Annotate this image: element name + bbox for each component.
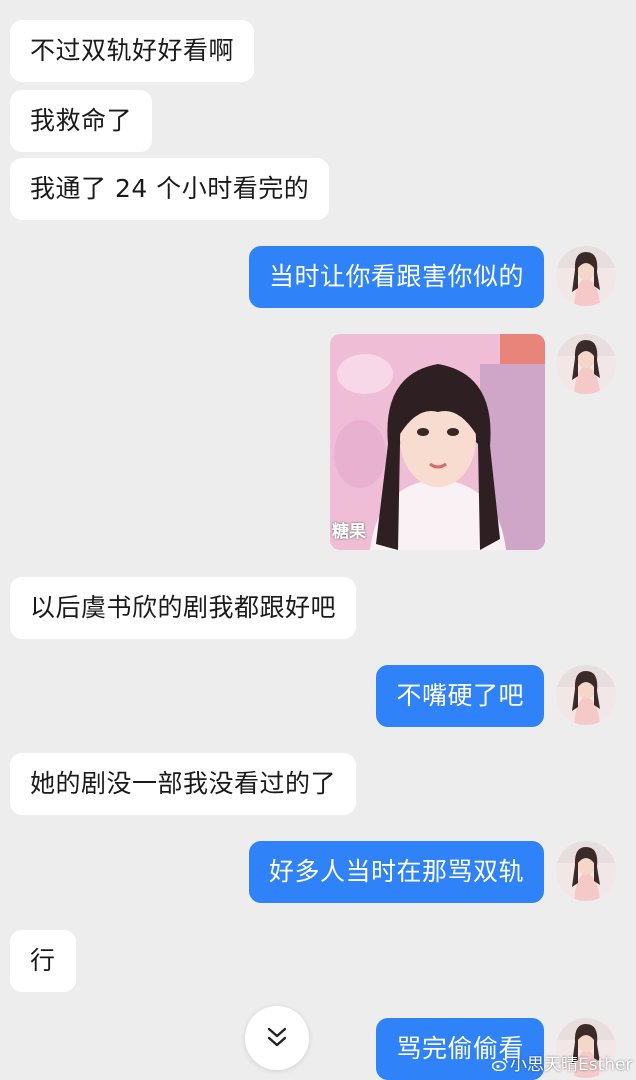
- avatar-image: [556, 334, 616, 394]
- incoming-message-bubble[interactable]: 我救命了: [10, 90, 153, 152]
- user-avatar[interactable]: [556, 665, 616, 725]
- incoming-message-bubble[interactable]: 我通了 24 个小时看完的: [10, 158, 330, 220]
- incoming-message-bubble[interactable]: 她的剧没一部我没看过的了: [10, 753, 357, 815]
- user-avatar[interactable]: [556, 334, 616, 394]
- incoming-message-bubble[interactable]: 不过双轨好好看啊: [10, 20, 255, 82]
- sticker-photo[interactable]: 糖果: [330, 334, 545, 550]
- avatar-image: [556, 665, 616, 725]
- outgoing-message-bubble[interactable]: 不嘴硬了吧: [376, 665, 544, 727]
- user-avatar[interactable]: [556, 246, 616, 306]
- outgoing-message-bubble[interactable]: 当时让你看跟害你似的: [248, 246, 544, 308]
- watermark-text: 小思天晴Esther: [510, 1055, 633, 1075]
- user-avatar[interactable]: [556, 841, 616, 901]
- incoming-message-bubble[interactable]: 行: [10, 930, 76, 992]
- scroll-to-bottom-button[interactable]: [245, 1006, 309, 1070]
- weibo-icon: [492, 1058, 508, 1071]
- chat-thread: 不过双轨好好看啊 我救命了 我通了 24 个小时看完的 当时让你看跟害你似的 糖…: [0, 0, 636, 1080]
- double-chevron-down-icon: [267, 1027, 287, 1047]
- incoming-message-bubble[interactable]: 以后虞书欣的剧我都跟好吧: [10, 577, 357, 639]
- watermark: 小思天晴Esther: [492, 1050, 633, 1075]
- avatar-image: [556, 841, 616, 901]
- outgoing-message-bubble[interactable]: 好多人当时在那骂双轨: [248, 841, 544, 903]
- sticker-photo-caption: 糖果: [332, 522, 366, 542]
- avatar-image: [556, 246, 616, 306]
